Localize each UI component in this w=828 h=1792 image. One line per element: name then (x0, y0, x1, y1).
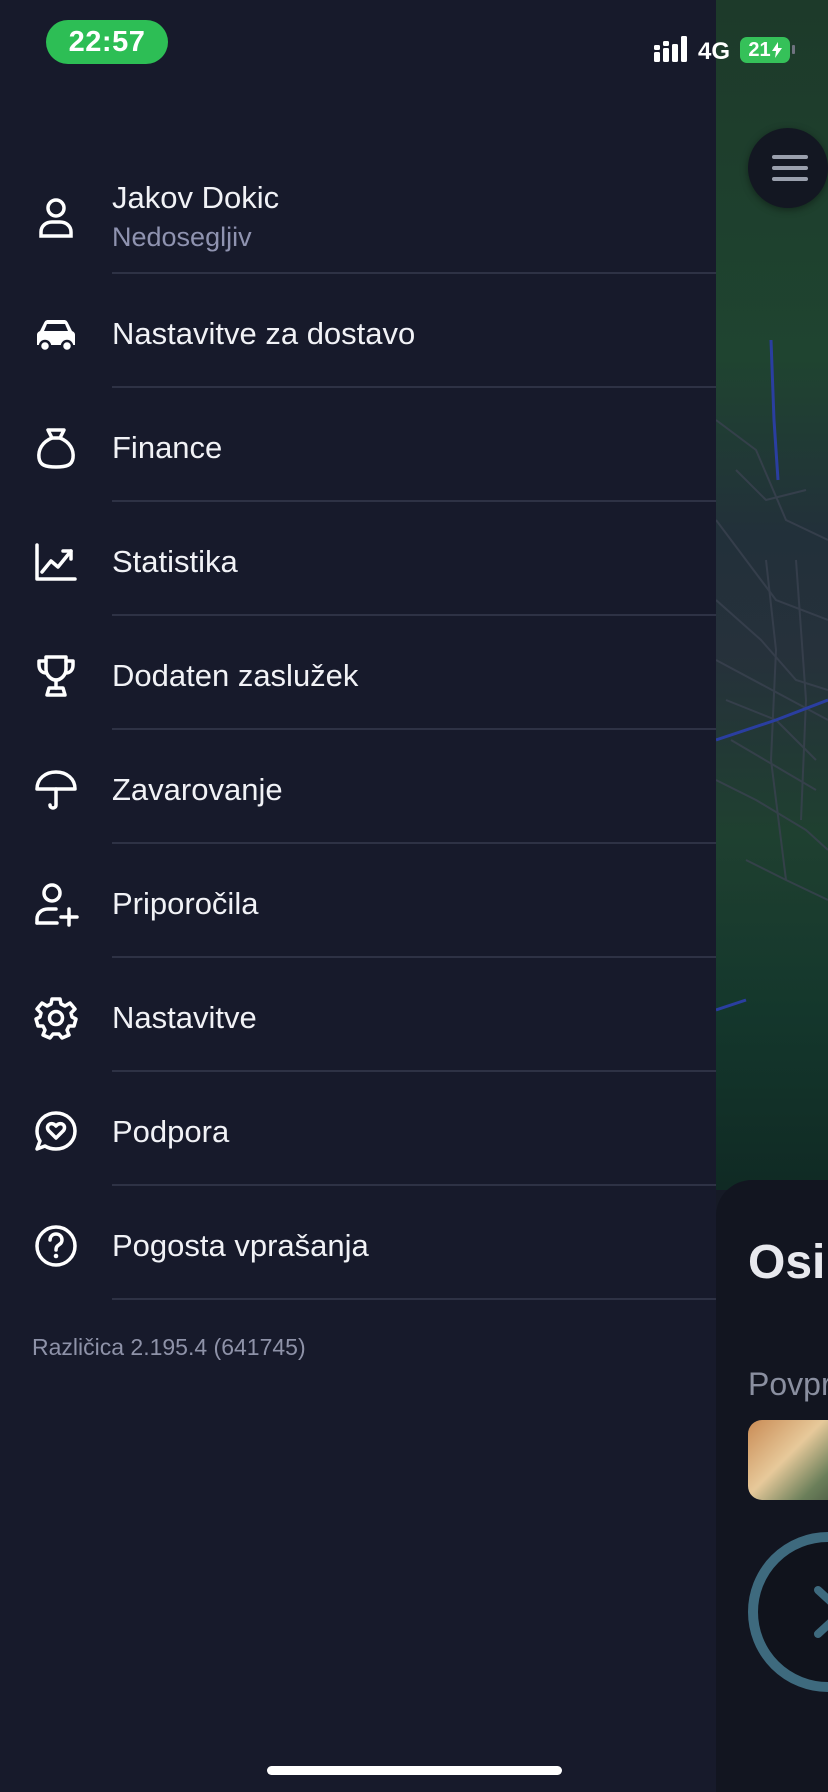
bottom-sheet: Osi Povpr (716, 1180, 828, 1792)
menu-item-referrals[interactable]: Priporočila (0, 844, 716, 958)
battery-indicator: 21 (740, 37, 790, 63)
money-bag-icon (37, 428, 75, 469)
menu-item-label: Statistika (112, 544, 238, 579)
hamburger-icon (772, 155, 808, 159)
status-time: 22:57 (46, 20, 168, 64)
go-online-button[interactable] (748, 1532, 828, 1692)
menu-item-label: Dodaten zaslužek (112, 658, 359, 693)
background-map-screen: Osi Povpr (716, 0, 828, 1792)
menu-item-label: Podpora (112, 1114, 230, 1149)
menu-item-label: Finance (112, 430, 223, 465)
side-drawer: 22:57 4G 21 Jakov Dokic Nedosegljiv Nast… (0, 0, 795, 1792)
trophy-icon (37, 655, 75, 697)
menu-item-label: Nastavitve (112, 1000, 257, 1035)
user-icon (39, 198, 73, 238)
menu-item-settings[interactable]: Nastavitve (0, 958, 716, 1072)
menu-item-support[interactable]: Podpora (0, 1072, 716, 1186)
umbrella-icon (35, 770, 77, 810)
menu-item-faq[interactable]: Pogosta vprašanja (0, 1186, 716, 1300)
sheet-title: Osi (748, 1236, 826, 1289)
chevron-right-icon (814, 1586, 828, 1638)
battery-level: 21 (748, 38, 771, 61)
charging-bolt-icon (771, 42, 782, 58)
sheet-subtitle: Povpr (748, 1366, 828, 1402)
profile-name: Jakov Dokic (112, 180, 280, 215)
user-add-icon (35, 883, 79, 927)
cellular-signal-icon (654, 36, 687, 62)
menu-item-delivery-settings[interactable]: Nastavitve za dostavo (0, 274, 716, 388)
gear-icon (34, 997, 78, 1040)
home-indicator[interactable] (267, 1766, 562, 1775)
menu-item-extra-earnings[interactable]: Dodaten zaslužek (0, 616, 716, 730)
map-menu-button[interactable] (748, 128, 828, 208)
car-icon (37, 320, 75, 353)
menu-item-label: Pogosta vprašanja (112, 1228, 369, 1263)
menu-item-label: Nastavitve za dostavo (112, 316, 416, 351)
profile-item[interactable]: Jakov Dokic Nedosegljiv (0, 160, 716, 274)
menu-item-label: Zavarovanje (112, 772, 283, 807)
chat-heart-icon (35, 1111, 77, 1151)
menu-item-finance[interactable]: Finance (0, 388, 716, 502)
menu-item-label: Priporočila (112, 886, 259, 921)
drawer-menu: Jakov Dokic Nedosegljiv Nastavitve za do… (0, 160, 716, 1300)
chart-trend-icon (35, 543, 77, 581)
promo-image[interactable] (748, 1420, 828, 1500)
profile-status: Nedosegljiv (112, 222, 252, 252)
menu-item-insurance[interactable]: Zavarovanje (0, 730, 716, 844)
help-circle-icon (35, 1225, 77, 1267)
app-version: Različica 2.195.4 (641745) (32, 1334, 306, 1360)
divider (112, 1298, 716, 1300)
network-type: 4G (698, 38, 731, 65)
menu-item-statistics[interactable]: Statistika (0, 502, 716, 616)
